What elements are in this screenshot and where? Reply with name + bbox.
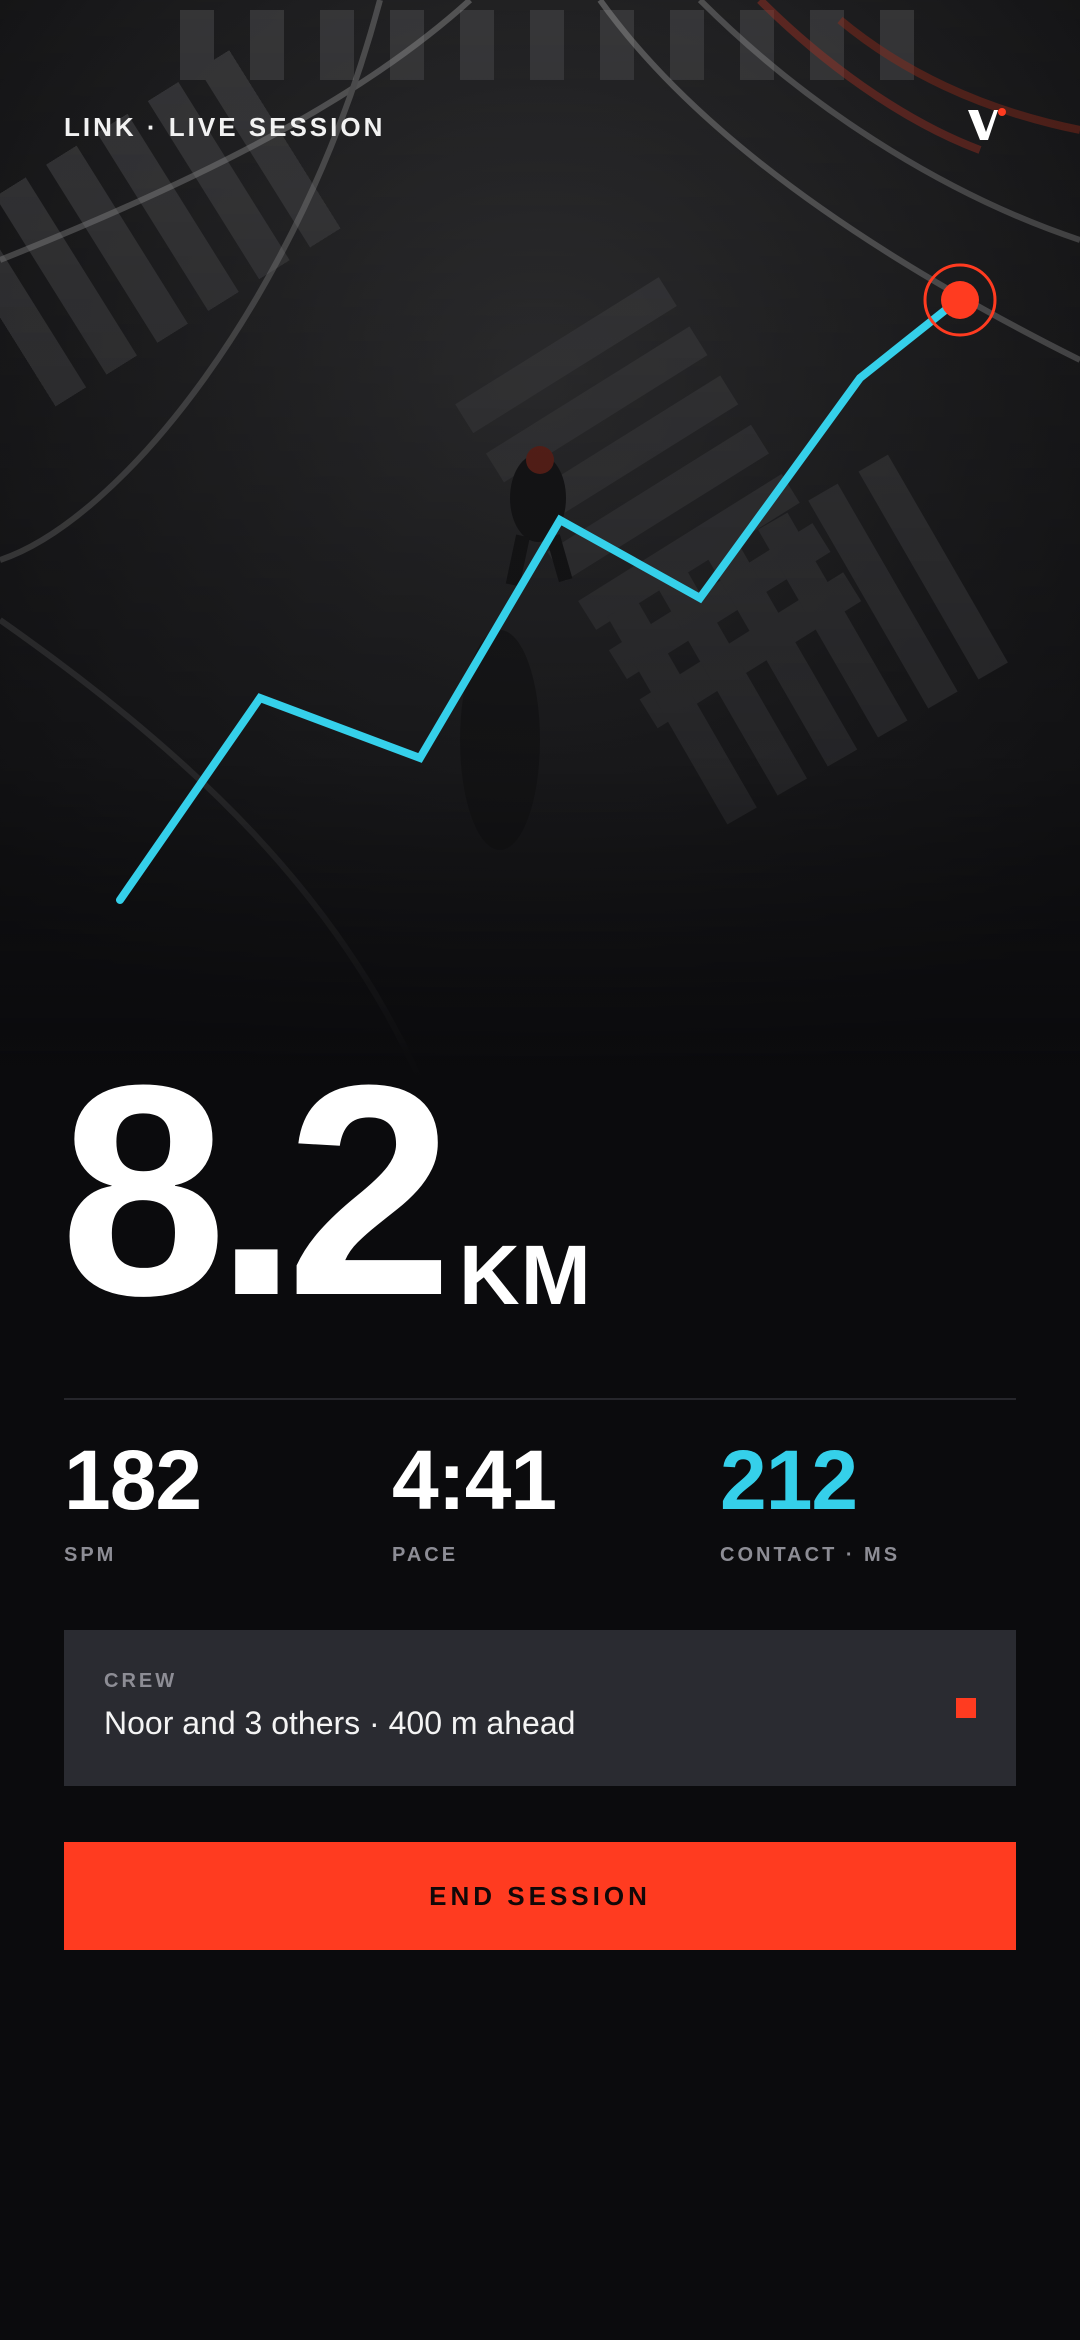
crew-card[interactable]: CREW Noor and 3 others · 400 m ahead — [64, 1630, 1016, 1786]
metric-contact-time: 212 CONTACT · MS — [720, 1438, 900, 1567]
route-chart — [116, 263, 997, 904]
metric-pace: 4:41 PACE — [392, 1433, 557, 1567]
metric-label: SPM — [64, 1544, 117, 1566]
session-title: LINK · LIVE SESSION — [64, 112, 386, 142]
metric-label: CONTACT · MS — [720, 1544, 901, 1566]
route-line — [116, 296, 962, 904]
distance-display: 8.2 KM — [60, 1040, 592, 1340]
metric-value: 212 — [720, 1433, 858, 1527]
crew-status-indicator — [956, 1698, 976, 1718]
distance-unit: KM — [459, 1228, 592, 1322]
end-session-button[interactable]: END SESSION — [64, 1842, 1016, 1950]
current-position-marker — [941, 281, 979, 319]
metric-value: 4:41 — [392, 1433, 557, 1527]
crew-label: CREW — [104, 1670, 178, 1692]
crew-status-text: Noor and 3 others · 400 m ahead — [104, 1705, 576, 1741]
hero-map: LINK · LIVE SESSION — [0, 0, 1080, 1080]
metric-value: 182 — [64, 1433, 202, 1527]
metric-label: PACE — [392, 1544, 459, 1566]
divider — [64, 1398, 1016, 1400]
distance-value: 8.2 — [60, 1022, 453, 1358]
brand-logo-icon[interactable] — [964, 100, 1012, 148]
metric-cadence: 182 SPM — [64, 1433, 202, 1567]
